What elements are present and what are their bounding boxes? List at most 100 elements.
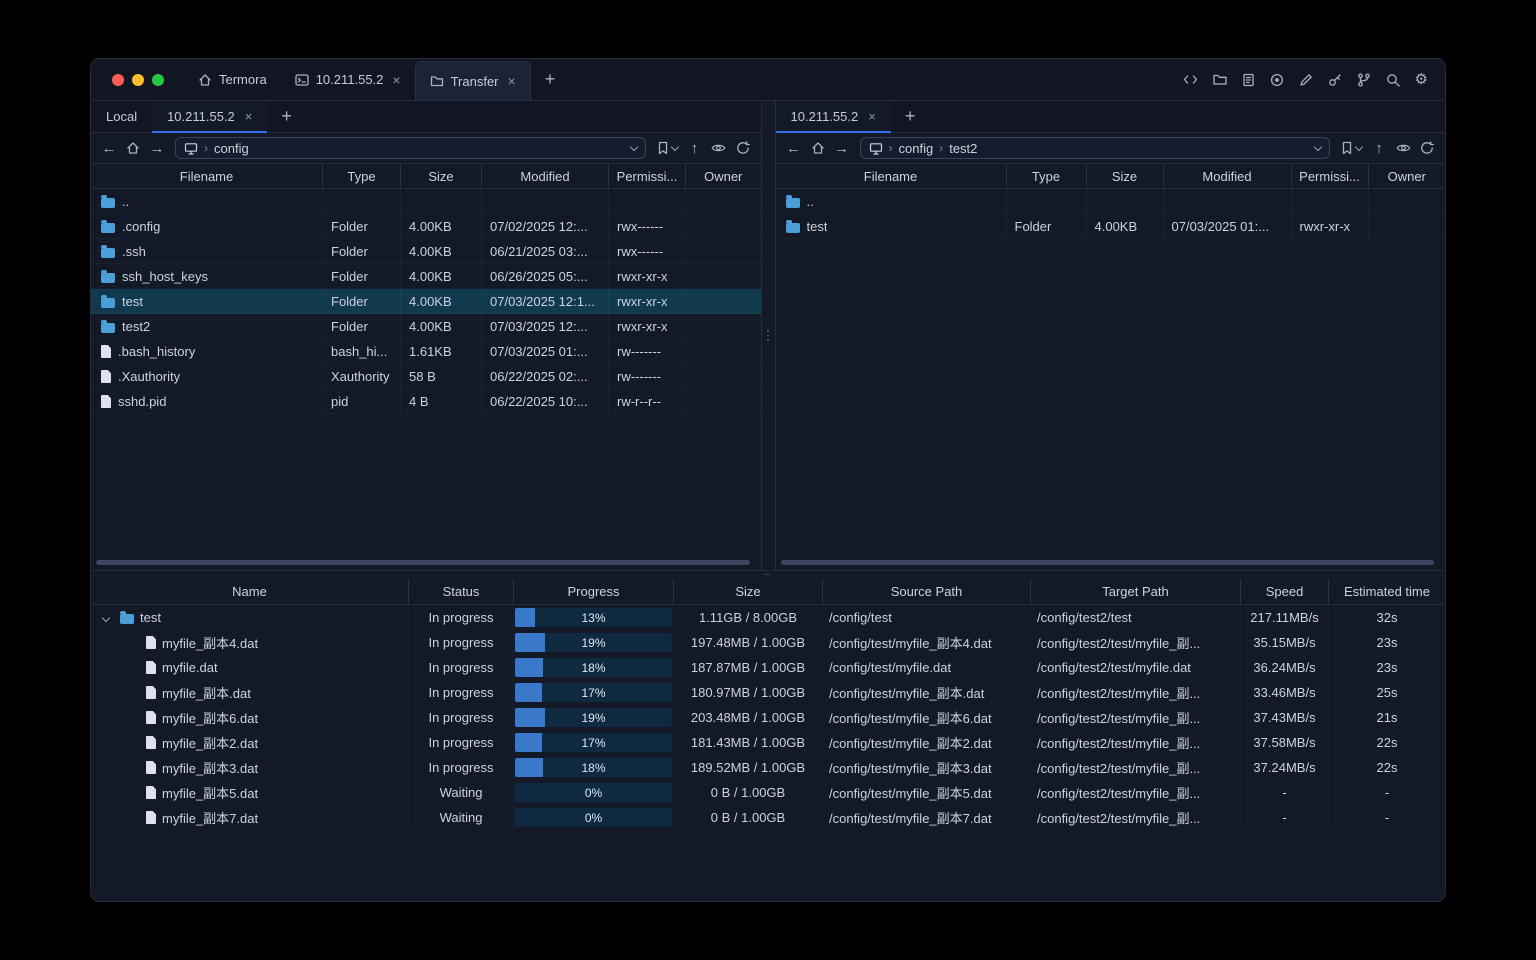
column-header[interactable]: Filename <box>776 164 1007 188</box>
transfer-row[interactable]: myfile_副本2.dat In progress 17% 181.43MB / 1… <box>91 730 1445 755</box>
refresh-button[interactable] <box>733 141 753 155</box>
transfer-row[interactable]: myfile_副本.dat In progress 17% 180.97MB / 1.… <box>91 680 1445 705</box>
column-header[interactable]: Owner <box>1369 164 1446 188</box>
transfer-row[interactable]: myfile_副本4.dat In progress 19% 197.48MB / 1… <box>91 630 1445 655</box>
upload-button[interactable]: ↑ <box>685 141 705 156</box>
column-header[interactable]: Owner <box>686 164 761 188</box>
column-header[interactable]: Source Path <box>823 579 1031 604</box>
right-path-bar[interactable]: › config › test2 <box>859 137 1330 159</box>
code-icon[interactable] <box>1183 73 1198 86</box>
column-header[interactable]: Speed <box>1241 579 1329 604</box>
left-panel-tabs: Local 10.211.55.2 × + <box>91 101 761 133</box>
back-button[interactable]: ← <box>99 141 119 156</box>
column-header[interactable]: Modified <box>482 164 609 188</box>
left-path-bar[interactable]: › config <box>175 137 646 159</box>
column-header[interactable]: Name <box>91 579 409 604</box>
file-row[interactable]: .. <box>776 189 1446 214</box>
column-header[interactable]: Size <box>1087 164 1164 188</box>
column-header[interactable]: Permissi... <box>609 164 686 188</box>
back-button[interactable]: ← <box>784 141 804 156</box>
file-row[interactable]: .ssh Folder 4.00KB 06/21/2025 03:... rwx----… <box>91 239 761 264</box>
file-size: 4.00KB <box>1087 214 1164 239</box>
transfer-row[interactable]: myfile_副本5.dat Waiting 0% 0 B / 1.00GB/conf… <box>91 780 1445 805</box>
show-hidden-eye-button[interactable] <box>1393 142 1413 154</box>
column-header[interactable]: Type <box>1007 164 1087 188</box>
upload-button[interactable]: ↑ <box>1369 141 1389 156</box>
panel-splitter[interactable]: ⋮ <box>760 101 776 570</box>
collapse-chevron-icon[interactable] <box>101 613 111 622</box>
close-tab-icon[interactable]: × <box>506 73 516 89</box>
breadcrumb-item[interactable]: test2 <box>949 141 977 156</box>
breadcrumb-item[interactable]: config <box>899 141 934 156</box>
file-size <box>401 189 482 214</box>
close-tab-icon[interactable]: × <box>243 109 253 124</box>
column-header[interactable]: Estimated time <box>1329 579 1445 604</box>
chevron-down-icon[interactable] <box>629 142 638 151</box>
file-row[interactable]: ssh_host_keys Folder 4.00KB 06/26/2025 05:.… <box>91 264 761 289</box>
close-window-button[interactable] <box>112 73 124 86</box>
column-header[interactable]: Target Path <box>1031 579 1241 604</box>
pencil-icon[interactable] <box>1299 73 1313 87</box>
new-panel-tab-button[interactable]: + <box>267 101 306 132</box>
bookmark-button[interactable] <box>1338 141 1365 155</box>
transfer-row[interactable]: myfile_副本3.dat In progress 18% 189.52MB / 1… <box>91 755 1445 780</box>
transfer-row[interactable]: myfile_副本6.dat In progress 19% 203.48MB / 1… <box>91 705 1445 730</box>
file-row[interactable]: test2 Folder 4.00KB 07/03/2025 12:... rwxr-x… <box>91 314 761 339</box>
column-header[interactable]: Status <box>409 579 514 604</box>
column-header[interactable]: Permissi... <box>1292 164 1369 188</box>
gear-icon[interactable]: ⚙ <box>1415 72 1428 87</box>
left-toolbar: ← → › config ↑ <box>91 133 761 163</box>
file-row[interactable]: .Xauthority Xauthority 58 B 06/22/2025 02:.… <box>91 364 761 389</box>
transfer-name: myfile_副本4.dat <box>162 636 259 651</box>
chevron-down-icon[interactable] <box>1313 142 1323 151</box>
folder-icon[interactable] <box>1212 73 1227 86</box>
file-row[interactable]: .. <box>91 189 761 214</box>
tab-remote-host[interactable]: 10.211.55.2 × <box>775 101 892 133</box>
column-header[interactable]: Size <box>401 164 482 188</box>
column-header[interactable]: Filename <box>91 164 323 188</box>
horizontal-scrollbar[interactable] <box>96 560 750 565</box>
home-button[interactable] <box>123 141 143 155</box>
file-icon <box>146 786 156 799</box>
bookmark-button[interactable] <box>654 141 681 155</box>
zoom-window-button[interactable] <box>152 73 164 86</box>
close-tab-icon[interactable]: × <box>866 109 876 124</box>
record-icon[interactable] <box>1270 73 1284 87</box>
breadcrumb-item[interactable]: config <box>214 141 249 156</box>
key-icon[interactable] <box>1328 73 1342 87</box>
forward-button[interactable]: → <box>147 141 167 156</box>
refresh-button[interactable] <box>1417 141 1437 155</box>
branch-icon[interactable] <box>1357 72 1371 87</box>
close-tab-icon[interactable]: × <box>390 72 400 88</box>
file-row[interactable]: .config Folder 4.00KB 07/02/2025 12:... rwx-… <box>91 214 761 239</box>
tab-host-session[interactable]: 10.211.55.2 × <box>281 59 415 100</box>
column-header[interactable]: Progress <box>514 579 674 604</box>
tab-local[interactable]: Local <box>91 101 152 132</box>
minimize-window-button[interactable] <box>132 73 144 86</box>
forward-button[interactable]: → <box>832 141 852 156</box>
journal-icon[interactable] <box>1242 73 1255 87</box>
column-header[interactable]: Modified <box>1164 164 1292 188</box>
transfer-row[interactable]: test In progress 13% 1.11GB / 8.00GB/config… <box>91 605 1445 630</box>
column-header[interactable]: Type <box>323 164 401 188</box>
tab-transfer[interactable]: Transfer × <box>414 61 531 100</box>
file-size: 58 B <box>401 364 482 389</box>
transfer-name-cell: myfile_副本2.dat <box>91 730 409 755</box>
file-row[interactable]: .bash_history bash_hi... 1.61KB 07/03/2025 … <box>91 339 761 364</box>
search-icon[interactable] <box>1386 73 1400 87</box>
new-window-tab-button[interactable]: + <box>531 59 570 100</box>
column-header[interactable]: Size <box>674 579 823 604</box>
tab-remote-host[interactable]: 10.211.55.2 × <box>152 101 268 133</box>
file-row[interactable]: test Folder 4.00KB 07/03/2025 01:... rwxr-xr… <box>776 214 1446 239</box>
transfer-row[interactable]: myfile.dat In progress 18% 187.87MB / 1.00G… <box>91 655 1445 680</box>
transfer-row[interactable]: myfile_副本7.dat Waiting 0% 0 B / 1.00GB/conf… <box>91 805 1445 830</box>
file-row[interactable]: sshd.pid pid 4 B 06/22/2025 10:... rw-r--r-- <box>91 389 761 414</box>
file-name: .. <box>806 194 814 209</box>
file-row[interactable]: test Folder 4.00KB 07/03/2025 12:1... rwxr-x… <box>91 289 761 314</box>
horizontal-scrollbar[interactable] <box>780 560 1434 565</box>
new-panel-tab-button[interactable]: + <box>891 101 930 132</box>
home-button[interactable] <box>808 141 828 155</box>
transfer-splitter[interactable]: ⋯ <box>91 571 1445 579</box>
tab-termora[interactable]: Termora <box>184 59 281 100</box>
show-hidden-eye-button[interactable] <box>709 142 729 154</box>
